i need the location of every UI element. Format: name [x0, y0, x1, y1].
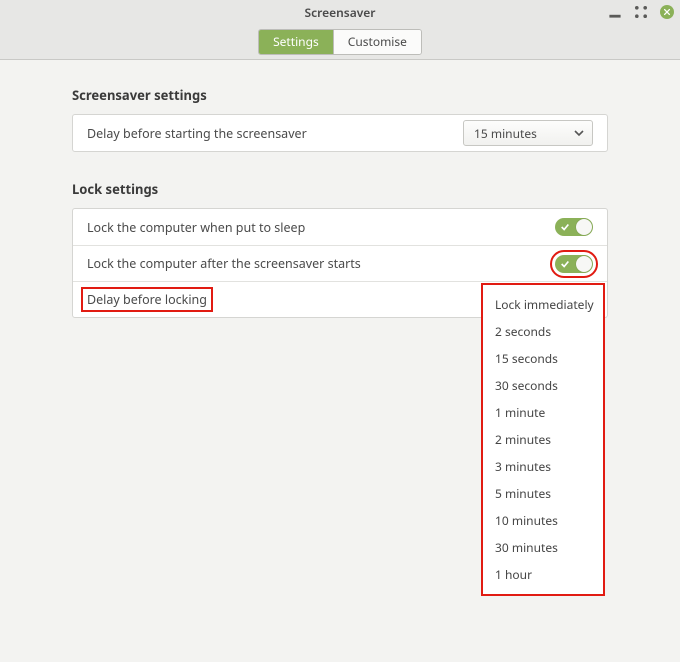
lock-delay-option[interactable]: 15 seconds — [483, 345, 603, 372]
screensaver-panel: Delay before starting the screensaver 15… — [72, 114, 608, 152]
tab-settings[interactable]: Settings — [259, 30, 333, 54]
screensaver-delay-value: 15 minutes — [474, 125, 537, 142]
tabbar: Settings Customise — [0, 24, 680, 60]
lock-delay-option[interactable]: 2 seconds — [483, 318, 603, 345]
check-icon — [560, 220, 570, 238]
lock-panel: Lock the computer when put to sleep Lock… — [72, 208, 608, 318]
titlebar: Screensaver — [0, 0, 680, 24]
content-area: Screensaver settings Delay before starti… — [0, 60, 680, 662]
lock-delay-option[interactable]: 10 minutes — [483, 507, 603, 534]
toggle-knob — [576, 256, 592, 272]
tab-group: Settings Customise — [258, 29, 422, 55]
lock-on-sleep-label: Lock the computer when put to sleep — [87, 219, 305, 236]
lock-delay-option[interactable]: 2 minutes — [483, 426, 603, 453]
maximize-button[interactable] — [634, 5, 648, 19]
lock-delay-option[interactable]: 30 seconds — [483, 372, 603, 399]
lock-delay-label: Delay before locking — [81, 287, 213, 312]
lock-delay-option[interactable]: 30 minutes — [483, 534, 603, 561]
lock-delay-dropdown[interactable]: Lock immediately 2 seconds 15 seconds 30… — [481, 283, 605, 596]
row-lock-after-screensaver: Lock the computer after the screensaver … — [73, 245, 607, 281]
lock-delay-option[interactable]: 1 hour — [483, 561, 603, 588]
lock-delay-option[interactable]: Lock immediately — [483, 291, 603, 318]
row-screensaver-delay: Delay before starting the screensaver 15… — [73, 115, 607, 151]
lock-on-sleep-toggle[interactable] — [555, 218, 593, 236]
screensaver-delay-combo[interactable]: 15 minutes — [463, 120, 593, 146]
lock-delay-option[interactable]: 3 minutes — [483, 453, 603, 480]
window-title: Screensaver — [304, 4, 375, 21]
lock-delay-option[interactable]: 5 minutes — [483, 480, 603, 507]
screensaver-section-title: Screensaver settings — [72, 86, 608, 104]
toggle-knob — [576, 219, 592, 235]
screensaver-delay-label: Delay before starting the screensaver — [87, 125, 307, 142]
lock-delay-option[interactable]: 1 minute — [483, 399, 603, 426]
row-lock-on-sleep: Lock the computer when put to sleep — [73, 209, 607, 245]
close-button[interactable] — [660, 5, 674, 19]
lock-after-ss-label: Lock the computer after the screensaver … — [87, 255, 361, 272]
window-controls — [608, 0, 674, 24]
lock-after-ss-toggle[interactable] — [555, 255, 593, 273]
chevron-down-icon — [574, 125, 584, 142]
minimize-button[interactable] — [608, 5, 622, 19]
tab-customise[interactable]: Customise — [333, 30, 421, 54]
lock-section-title: Lock settings — [72, 180, 608, 198]
check-icon — [560, 257, 570, 275]
